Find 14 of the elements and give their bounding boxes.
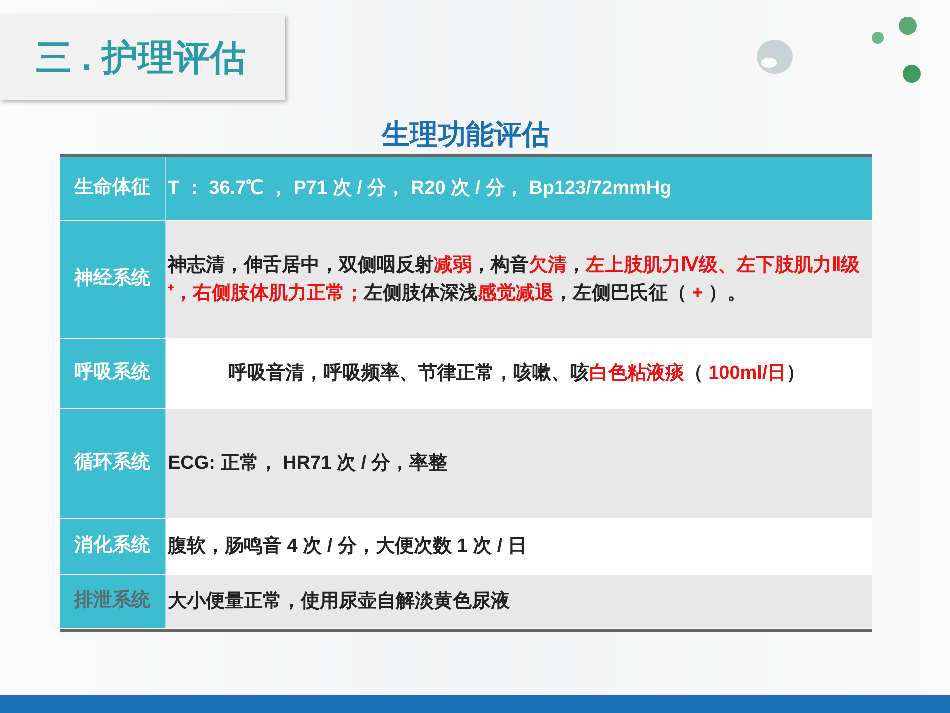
row-label: 消化系统 (60, 519, 166, 574)
row-label: 循环系统 (60, 409, 166, 518)
row-label: 神经系统 (60, 221, 166, 338)
slide-title: 三 . 护理评估 (36, 36, 246, 80)
row-text: ECG: 正常， HR71 次 / 分，率整 (168, 452, 448, 476)
table-caption: 生理功能评估 (380, 118, 551, 152)
row-text: 呼吸音清，呼吸频率、节律正常，咳嗽、咳白色粘液痰（ 100ml/日） (227, 362, 807, 386)
row-label: 呼吸系统 (60, 339, 166, 408)
row-label: 排泄系统 (60, 575, 166, 628)
row-text: 大小便量正常，使用尿壶自解淡黄色尿液 (168, 590, 510, 614)
row-text: 神志清，伸舌居中，双侧咽反射减弱，构音欠清，左上肢肌力Ⅳ级、左下肢肌力Ⅱ级⁺，右侧肢体肌力正常；左侧肢体深浅感觉减退，左侧巴氏征（ + ）。 (168, 254, 861, 306)
row-label: 生命体征 (60, 157, 166, 220)
row-text: T ： 36.7℃ ， P71 次 / 分， R20 次 / 分， Bp123/72mmHg (168, 176, 672, 200)
row-text: 腹软，肠鸣音 4 次 / 分，大便次数 1 次 / 日 (168, 534, 527, 558)
